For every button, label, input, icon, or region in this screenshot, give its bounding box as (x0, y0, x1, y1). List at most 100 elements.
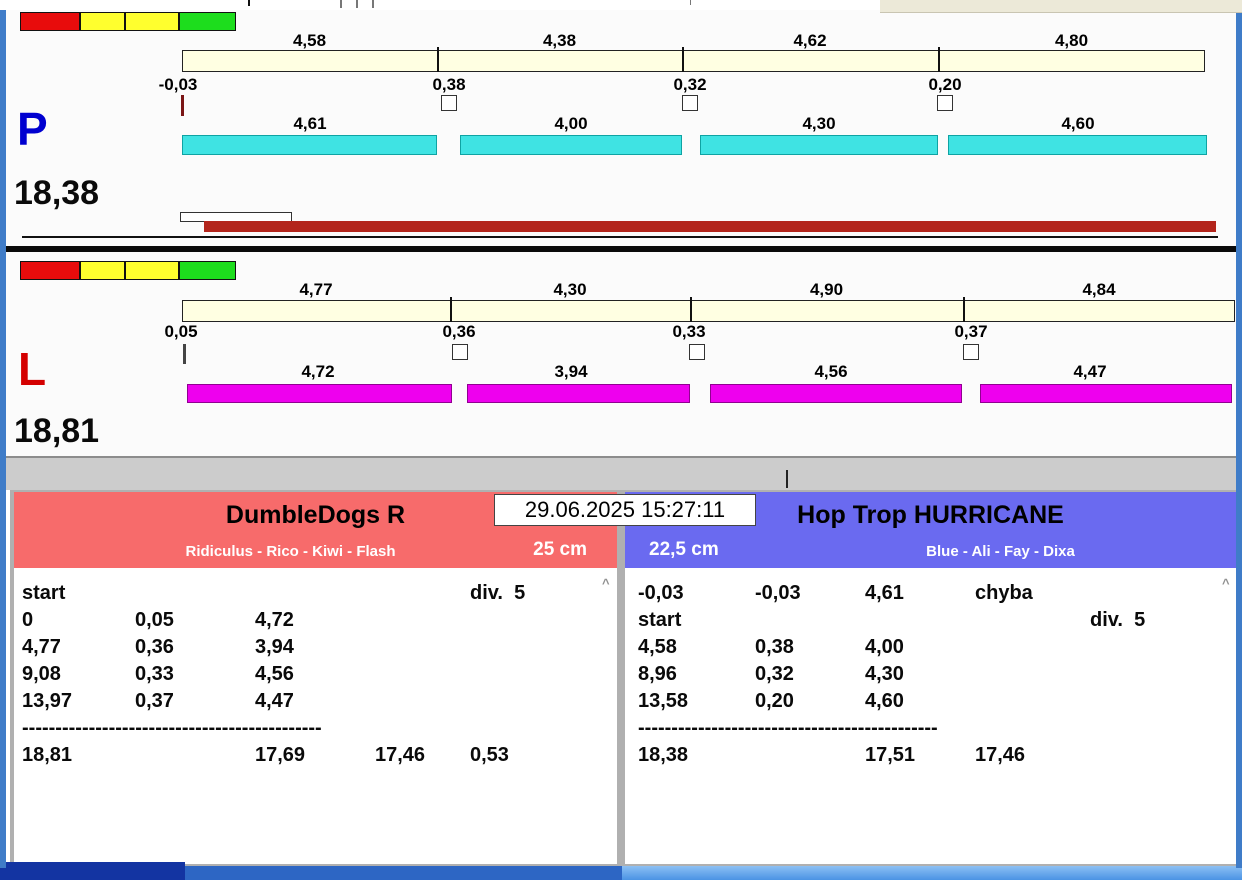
l-change-4: 0,37 (954, 322, 988, 341)
table-cell: ----------------------------------------… (22, 717, 322, 739)
traffic-light-yellow2-icon (125, 12, 179, 31)
p-change-checkbox-3[interactable] (937, 95, 953, 111)
table-cell (755, 715, 865, 742)
table-cell (1090, 580, 1236, 607)
table-cell: 4,30 (865, 663, 904, 685)
table-cell: 4,56 (255, 663, 294, 685)
lane-l-total: 18,81 (14, 412, 100, 450)
l-dog-bar-2 (467, 384, 690, 403)
table-cell: 0,05 (135, 609, 174, 631)
traffic-light-yellow1-icon (80, 12, 125, 31)
table-cell: -0,03 (638, 582, 684, 604)
table-cell: 17,46 (975, 744, 1026, 766)
table-row: -0,03 -0,03 4,61 chyba (638, 580, 1236, 607)
window-border-right (1236, 13, 1242, 868)
table-cell: 0,53 (470, 744, 509, 766)
traffic-light-green-icon (179, 261, 236, 280)
l-change-checkbox-1[interactable] (452, 344, 468, 360)
l-dog-split-1: 4,72 (301, 362, 335, 381)
right-team-height: 22,5 cm (649, 539, 719, 560)
table-cell (1090, 661, 1236, 688)
table-cell (1090, 688, 1236, 715)
table-cell: 0,33 (135, 663, 174, 685)
l-split-divider-1 (450, 297, 452, 322)
table-cell: 18,38 (638, 744, 689, 766)
table-cell: 0 (22, 609, 34, 631)
table-cell (1090, 715, 1236, 742)
traffic-light-red-icon (20, 12, 80, 31)
table-cell (975, 715, 1090, 742)
l-start-mark (183, 344, 186, 364)
table-cell: 0,37 (135, 690, 174, 712)
l-split-divider-3 (963, 297, 965, 322)
table-cell (255, 580, 375, 607)
l-top-split-3: 4,90 (809, 280, 844, 299)
table-row: 13,58 0,20 4,60 (638, 688, 1236, 715)
p-dog-bar-1 (182, 135, 437, 155)
table-row: 4,77 0,36 3,94 (22, 634, 617, 661)
table-cell: chyba (975, 582, 1033, 604)
table-cell: 9,08 (22, 663, 61, 685)
table-cell: div. 5 (1090, 609, 1146, 631)
table-cell: div. 5 (470, 582, 526, 604)
toolbar-fragment (248, 0, 250, 6)
toolbar-fragment (690, 0, 691, 5)
table-cell: 13,97 (22, 690, 73, 712)
p-race-progress-bar (204, 221, 1216, 232)
l-change-1: 0,05 (164, 322, 198, 341)
l-top-split-4: 4,84 (1082, 280, 1116, 299)
table-cell: 13,58 (638, 690, 689, 712)
table-cell: 4,61 (865, 582, 904, 604)
table-cell: 0,36 (135, 636, 174, 658)
table-row: ----------------------------------------… (22, 715, 617, 742)
table-row: 4,58 0,38 4,00 (638, 634, 1236, 661)
table-row: 0 0,05 4,72 (22, 607, 617, 634)
p-change-2: 0,38 (432, 75, 466, 94)
traffic-light-red-icon (20, 261, 80, 280)
table-cell: 17,46 (375, 744, 426, 766)
toolbar-remnant (0, 0, 1242, 13)
toolbar-fragment (372, 0, 374, 8)
table-cell (975, 688, 1090, 715)
p-change-checkbox-2[interactable] (682, 95, 698, 111)
lane-l-letter: L (18, 343, 47, 395)
window-border-left (0, 10, 6, 868)
table-cell (975, 607, 1090, 634)
p-top-split-4: 4,80 (1054, 31, 1089, 50)
table-cell (135, 715, 255, 742)
table-cell: -0,03 (755, 582, 801, 604)
table-cell: start (638, 609, 682, 631)
table-cell (975, 634, 1090, 661)
l-dog-split-3: 4,56 (814, 362, 848, 381)
l-dog-bar-1 (187, 384, 452, 403)
table-cell: 17,69 (255, 744, 306, 766)
p-dog-split-4: 4,60 (1061, 114, 1095, 133)
table-cell (470, 715, 617, 742)
l-change-checkbox-2[interactable] (689, 344, 705, 360)
traffic-light-green-icon (179, 12, 236, 31)
table-cell (470, 688, 617, 715)
table-row: 18,38 17,51 17,46 (638, 742, 1236, 769)
toolbar-remnant-beige (880, 0, 1242, 13)
table-cell (135, 742, 255, 769)
table-cell: 4,72 (255, 609, 294, 631)
traffic-light-l (20, 261, 236, 280)
l-change-checkbox-3[interactable] (963, 344, 979, 360)
l-top-split-1: 4,77 (299, 280, 333, 299)
table-cell: 18,81 (22, 744, 73, 766)
p-start-mark (181, 95, 184, 116)
p-change-1: -0,03 (158, 75, 198, 94)
scroll-up-icon[interactable]: ^ (602, 576, 610, 591)
p-change-4: 0,20 (928, 75, 962, 94)
scroll-up-icon[interactable]: ^ (1222, 576, 1230, 591)
p-dog-split-1: 4,61 (293, 114, 327, 133)
table-cell (375, 661, 470, 688)
table-cell: 17,51 (865, 744, 916, 766)
p-change-checkbox-1[interactable] (441, 95, 457, 111)
l-dog-bar-3 (710, 384, 962, 403)
table-cell: 0,32 (755, 663, 794, 685)
table-cell (135, 580, 255, 607)
p-change-3: 0,32 (673, 75, 707, 94)
table-cell: start (22, 582, 66, 604)
p-dog-bar-3 (700, 135, 938, 155)
